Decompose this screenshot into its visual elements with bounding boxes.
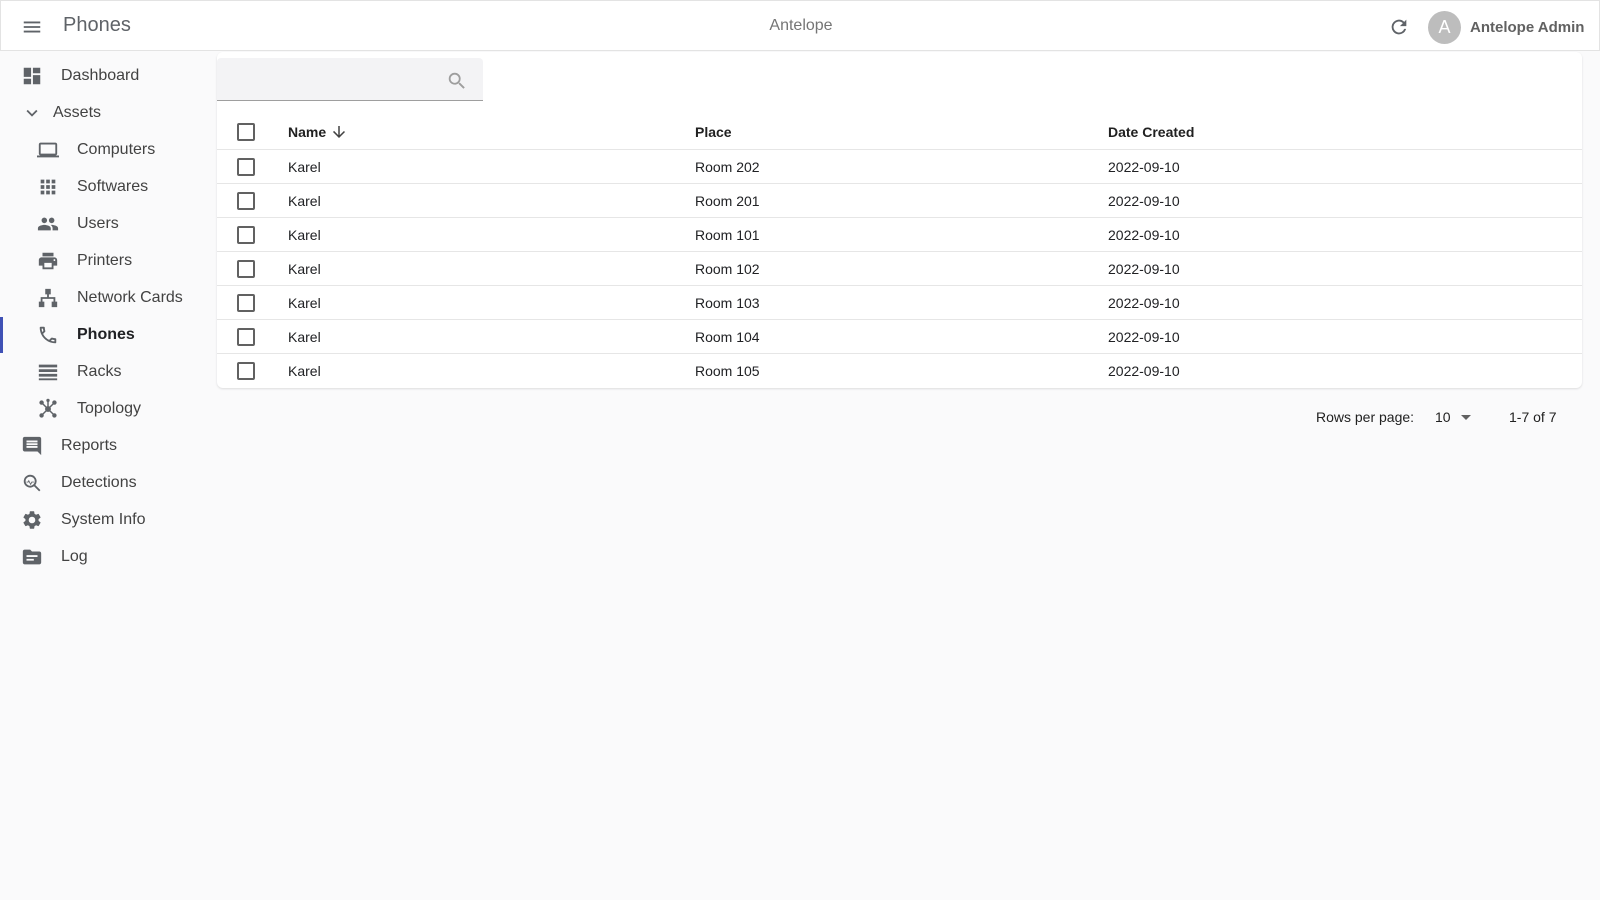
printer-icon [36,249,60,273]
cell-place: Room 101 [695,226,760,243]
row-checkbox[interactable] [237,327,255,346]
sidebar-item-softwares[interactable]: Softwares [0,169,212,205]
menu-button[interactable] [20,15,44,39]
sidebar-item-system-info[interactable]: System Info [0,502,212,538]
comment-icon [20,434,44,458]
sidebar-item-dashboard[interactable]: Dashboard [0,58,212,94]
search-input[interactable] [227,66,437,94]
table-row[interactable]: Karel Room 102 2022-09-10 [217,251,1582,285]
list-icon [36,360,60,384]
row-checkbox[interactable] [237,361,255,380]
table-row[interactable]: Karel Room 105 2022-09-10 [217,353,1582,387]
cell-date-created: 2022-09-10 [1108,260,1180,277]
page-range: 1-7 of 7 [1509,409,1557,425]
cell-name: Karel [288,192,321,209]
sidebar-item-topology[interactable]: Topology [0,391,212,427]
column-header-place[interactable]: Place [695,124,732,140]
table-row[interactable]: Karel Room 104 2022-09-10 [217,319,1582,353]
refresh-button[interactable] [1386,14,1412,40]
sidebar-item-reports[interactable]: Reports [0,428,212,464]
dashboard-icon [20,64,44,88]
apps-grid-icon [36,175,60,199]
cell-place: Room 105 [695,362,760,379]
menu-icon [23,21,41,33]
column-header-date-created[interactable]: Date Created [1108,124,1194,140]
chevron-down-icon [20,101,44,125]
sidebar-item-assets[interactable]: Assets [0,95,212,131]
cell-date-created: 2022-09-10 [1108,362,1180,379]
cell-place: Room 202 [695,158,760,175]
row-checkbox[interactable] [237,293,255,312]
sidebar-item-racks[interactable]: Racks [0,354,212,390]
table-row[interactable]: Karel Room 103 2022-09-10 [217,285,1582,319]
cell-name: Karel [288,226,321,243]
cell-place: Room 102 [695,260,760,277]
sidebar-item-detections[interactable]: Detections [0,465,212,501]
page-title: Phones [63,14,131,36]
table-row[interactable]: Karel Room 201 2022-09-10 [217,183,1582,217]
user-menu[interactable]: A Antelope Admin [1428,10,1584,44]
gear-icon [20,508,44,532]
avatar: A [1428,10,1461,44]
table-row[interactable]: Karel Room 101 2022-09-10 [217,217,1582,251]
people-icon [36,212,60,236]
user-name: Antelope Admin [1470,18,1585,36]
row-checkbox[interactable] [237,191,255,210]
phone-icon [36,323,60,347]
cell-place: Room 103 [695,294,760,311]
cell-date-created: 2022-09-10 [1108,226,1180,243]
folder-icon [20,545,44,569]
search-icon[interactable] [446,70,468,92]
rows-per-page-select[interactable]: 10 [1435,405,1481,429]
column-header-name[interactable]: Name [288,124,326,140]
laptop-icon [36,138,60,162]
cell-date-created: 2022-09-10 [1108,294,1180,311]
table-row[interactable]: Karel Room 202 2022-09-10 [217,149,1582,183]
cell-place: Room 104 [695,328,760,345]
cell-name: Karel [288,158,321,175]
dropdown-caret-icon [1460,414,1471,420]
table-header: Name Place Date Created [217,114,1582,150]
cell-name: Karel [288,260,321,277]
row-checkbox[interactable] [237,259,255,278]
rows-per-page-label: Rows per page: [1316,409,1415,425]
sidebar-item-log[interactable]: Log [0,539,212,575]
brand-title: Antelope [769,17,833,34]
phones-table-panel: Name Place Date Created Karel Room 202 2… [217,52,1582,388]
search-activity-icon [20,471,44,495]
row-checkbox[interactable] [237,157,255,176]
cell-name: Karel [288,294,321,311]
cell-date-created: 2022-09-10 [1108,328,1180,345]
sidebar-item-phones[interactable]: Phones [0,317,212,353]
refresh-icon [1391,19,1407,35]
sidebar-item-computers[interactable]: Computers [0,132,212,168]
sidebar-item-printers[interactable]: Printers [0,243,212,279]
sidebar-item-network-cards[interactable]: Network Cards [0,280,212,316]
search-box [217,58,483,101]
row-checkbox[interactable] [237,225,255,244]
app-bar: Phones Antelope A Antelope Admin [0,0,1600,51]
cell-name: Karel [288,362,321,379]
rows-per-page-value: 10 [1435,409,1451,425]
cell-name: Karel [288,328,321,345]
cell-date-created: 2022-09-10 [1108,158,1180,175]
sort-arrow-down-icon[interactable] [330,123,348,141]
network-icon [36,286,60,310]
select-all-checkbox[interactable] [237,123,255,141]
topology-icon [36,397,60,421]
sidebar: Dashboard Assets Computers Softwares Use… [0,51,212,586]
sidebar-item-users[interactable]: Users [0,206,212,242]
cell-place: Room 201 [695,192,760,209]
cell-date-created: 2022-09-10 [1108,192,1180,209]
